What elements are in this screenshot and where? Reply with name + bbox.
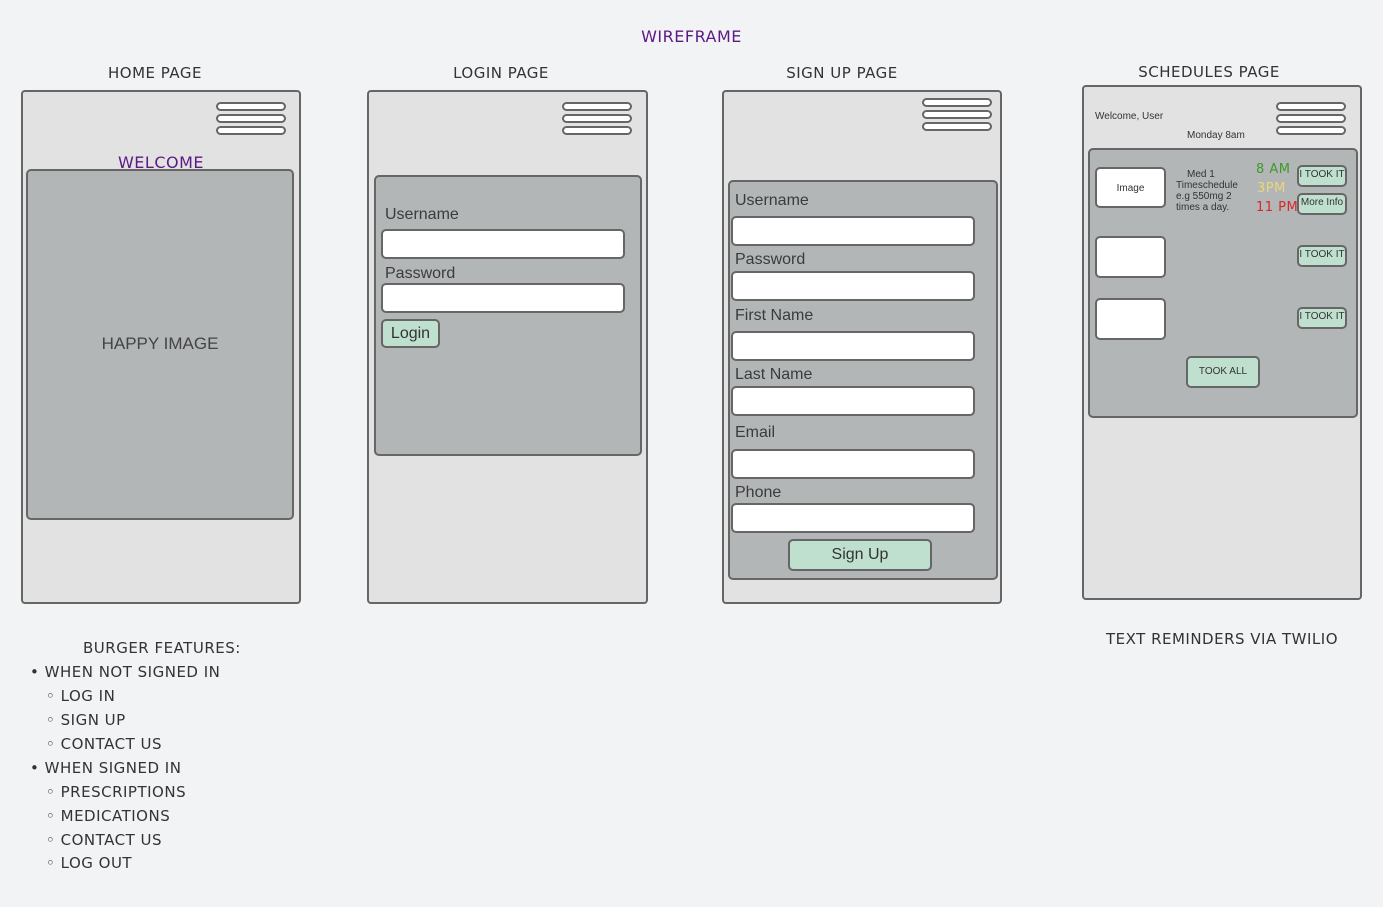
last-name-input[interactable]	[731, 386, 975, 416]
med-dosage-line1: e.g 550mg 2	[1176, 191, 1232, 202]
feature-item-label: LOG IN	[60, 687, 116, 705]
burger-menu-icon[interactable]	[1276, 102, 1346, 135]
feature-item: ◦ LOG OUT	[46, 854, 133, 872]
diagram-title: WIREFRAME	[641, 27, 742, 46]
welcome-user-text: Welcome, User	[1095, 111, 1164, 122]
login-page-frame: Username Password Login	[367, 90, 648, 604]
signup-button[interactable]: Sign Up	[788, 539, 932, 571]
signup-page-title: SIGN UP PAGE	[786, 64, 898, 82]
burger-menu-icon[interactable]	[216, 102, 286, 135]
med-image-placeholder: Image	[1095, 167, 1166, 208]
feature-group-label: WHEN SIGNED IN	[44, 759, 182, 777]
signup-password-input[interactable]	[731, 271, 975, 301]
feature-item-label: LOG OUT	[60, 854, 133, 872]
password-label: Password	[385, 265, 456, 282]
last-name-label: Last Name	[735, 366, 813, 383]
med-dosage-line2: times a day.	[1176, 202, 1230, 213]
i-took-it-button-2[interactable]: I TOOK IT	[1297, 245, 1347, 267]
med-image-label: Image	[1116, 183, 1145, 194]
feature-item: ◦ CONTACT US	[46, 831, 163, 849]
phone-label: Phone	[735, 484, 782, 501]
text-reminders-note: TEXT REMINDERS VIA TWILIO	[1105, 630, 1339, 648]
schedule-panel: Image Med 1 Timeschedule e.g 550mg 2 tim…	[1088, 148, 1358, 418]
signup-form-panel: Username Password First Name Last Name E…	[728, 180, 998, 580]
signup-password-label: Password	[735, 251, 806, 268]
med-timeschedule: Timeschedule	[1176, 180, 1238, 191]
i-took-it-button-3[interactable]: I TOOK IT	[1297, 307, 1347, 329]
i-took-it-button-1[interactable]: I TOOK IT	[1297, 165, 1347, 187]
feature-item: ◦ SIGN UP	[46, 711, 126, 729]
date-text: Monday 8am	[1187, 130, 1245, 141]
username-input[interactable]	[381, 229, 625, 259]
took-all-button[interactable]: TOOK ALL	[1186, 356, 1260, 388]
username-label: Username	[385, 206, 459, 223]
schedules-page-frame: Welcome, User Monday 8am Image Med 1 Tim…	[1082, 85, 1362, 600]
burger-menu-icon[interactable]	[922, 98, 992, 131]
happy-image-text: HAPPY IMAGE	[101, 334, 219, 353]
time-8am: 8 AM	[1256, 162, 1291, 177]
schedules-page-title: SCHEDULES PAGE	[1138, 63, 1280, 81]
feature-item: ◦ CONTACT US	[46, 735, 163, 753]
home-page-frame: WELCOME HAPPY IMAGE	[21, 90, 301, 604]
home-page-title: HOME PAGE	[108, 64, 202, 82]
feature-item-label: SIGN UP	[60, 711, 126, 729]
time-3pm: 3PM	[1257, 181, 1286, 196]
time-11pm: 11 PM	[1256, 200, 1299, 215]
happy-image-placeholder: HAPPY IMAGE	[26, 169, 294, 520]
feature-group-signed-in: • WHEN SIGNED IN	[30, 759, 182, 777]
signup-username-label: Username	[735, 192, 809, 209]
feature-item-label: PRESCRIPTIONS	[60, 783, 187, 801]
feature-item: ◦ MEDICATIONS	[46, 807, 171, 825]
feature-item: ◦ PRESCRIPTIONS	[46, 783, 187, 801]
feature-group-label: WHEN NOT SIGNED IN	[44, 663, 221, 681]
password-input[interactable]	[381, 283, 625, 313]
phone-input[interactable]	[731, 503, 975, 533]
feature-item-label: CONTACT US	[60, 831, 163, 849]
more-info-button[interactable]: More Info	[1297, 193, 1347, 215]
login-form-panel: Username Password Login	[374, 175, 642, 456]
signup-username-input[interactable]	[731, 216, 975, 246]
login-page-title: LOGIN PAGE	[453, 64, 549, 82]
feature-item-label: MEDICATIONS	[60, 807, 171, 825]
burger-features-heading: BURGER FEATURES:	[83, 639, 241, 657]
login-button[interactable]: Login	[381, 319, 440, 348]
burger-menu-icon[interactable]	[562, 102, 632, 135]
email-label: Email	[735, 424, 776, 441]
signup-page-frame: Username Password First Name Last Name E…	[722, 90, 1002, 604]
email-input[interactable]	[731, 449, 975, 479]
feature-item-label: CONTACT US	[60, 735, 163, 753]
feature-group-not-signed-in: • WHEN NOT SIGNED IN	[30, 663, 221, 681]
first-name-label: First Name	[735, 307, 814, 324]
feature-item: ◦ LOG IN	[46, 687, 116, 705]
med-image-placeholder-2	[1095, 236, 1166, 278]
med-image-placeholder-3	[1095, 298, 1166, 340]
med-details: Med 1 Timeschedule e.g 550mg 2 times a d…	[1176, 169, 1256, 213]
first-name-input[interactable]	[731, 331, 975, 361]
med-name: Med 1	[1187, 169, 1215, 180]
